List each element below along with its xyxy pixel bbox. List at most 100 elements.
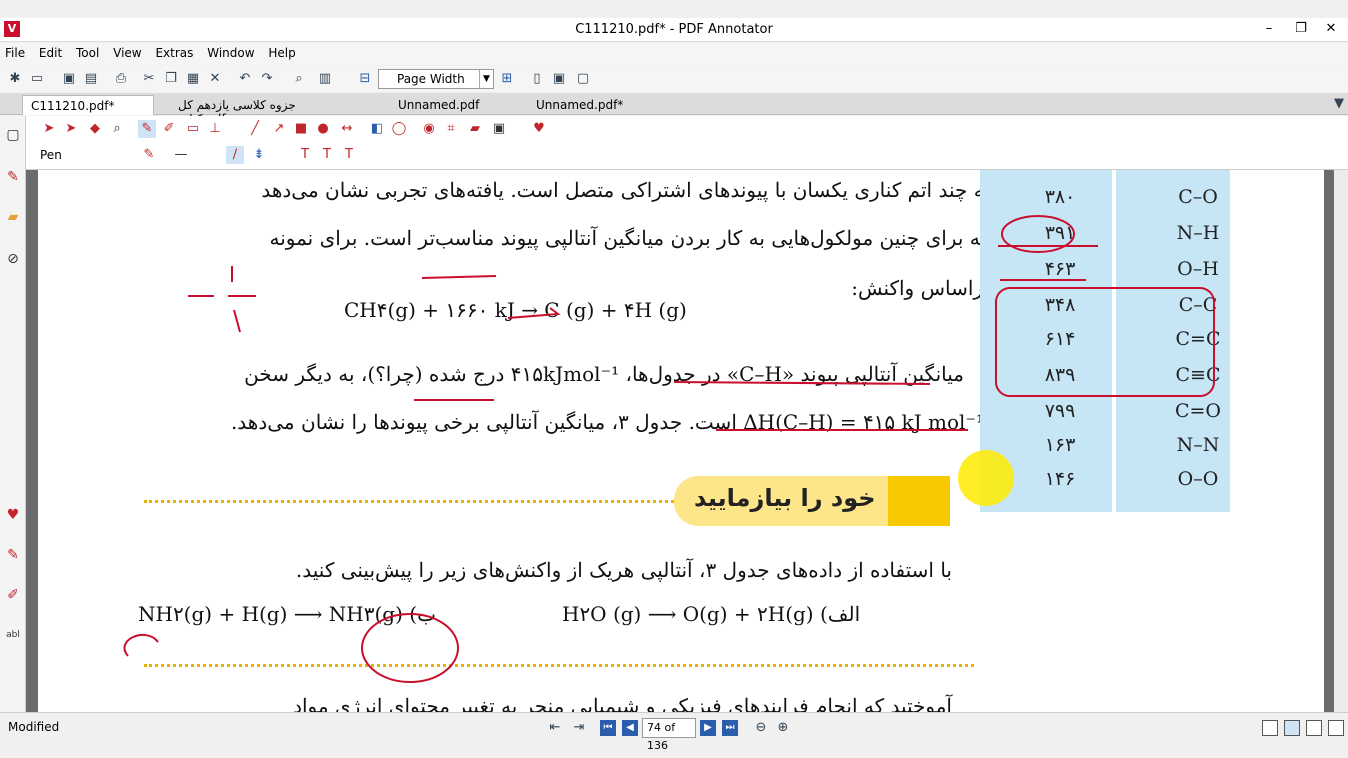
save-as-icon[interactable]: ▤ [82,70,100,88]
redo-icon[interactable]: ↷ [258,70,276,88]
favorite-highlighter-icon[interactable]: ✐ [4,586,22,604]
favorite-pen-icon[interactable]: ✎ [4,546,22,564]
pen-tool-icon[interactable]: ✎ [138,120,156,138]
open-folder-icon[interactable]: ▭ [28,70,46,88]
select-arrow-icon[interactable]: ➤ [40,120,58,138]
undo-icon[interactable]: ↶ [236,70,254,88]
tab-unnamed-2[interactable]: Unnamed.pdf* [528,95,648,115]
next-page-button[interactable]: ▶ [700,720,716,736]
bookmark-icon[interactable]: ◧ [368,120,386,138]
magnifier-icon[interactable]: ⌕ [108,120,126,138]
status-text: Modified [8,720,60,734]
page-number-input[interactable]: 74 of 136 [642,718,696,752]
zoom-value: Page Width [397,72,465,86]
box-carbon-bonds-ink [995,287,1215,397]
maximize-button[interactable]: ❐ [1286,18,1316,40]
paste-icon[interactable]: ▦ [184,70,202,88]
menu-bar: File Edit Tool View Extras Window Help [0,43,1348,65]
arrow-ink [507,307,561,319]
main-toolbar: ✱ ▭ ▣ ▤ ⎙ ✂ ❐ ▦ ✕ ↶ ↷ ⌕ ▥ ⊟ ⊞ ▯ ▣ ▢ [0,66,1348,92]
menu-help[interactable]: Help [263,43,300,63]
structure-ch4-ink [188,266,256,333]
menu-window[interactable]: Window [202,43,259,63]
menu-view[interactable]: View [108,43,146,63]
stamp-icon[interactable]: ⊥ [206,120,224,138]
zoom-select[interactable]: Page Width ▼ [378,69,494,89]
tab-c111210[interactable]: C111210.pdf* [22,95,154,115]
select-box-icon[interactable]: ▢ [4,126,22,144]
copy-icon[interactable]: ❐ [162,70,180,88]
print-icon[interactable]: ⎙ [112,70,130,88]
highlighter-icon[interactable]: ✐ [160,120,178,138]
menu-file[interactable]: File [0,43,30,63]
favorite-textbox-icon[interactable]: abl [4,626,22,644]
rectangle-icon[interactable]: ■ [292,120,310,138]
new-document-icon[interactable]: ✱ [6,70,24,88]
pdf-page[interactable]: به چند اتم کناری یکسان با پیوندهای اشترا… [38,170,1324,712]
measure-icon[interactable]: ↔ [338,120,356,138]
menu-extras[interactable]: Extras [150,43,198,63]
folder-icon[interactable]: ▰ [4,208,22,226]
annotation-toolbar: ➤ ➤ ◆ ⌕ ✎ ✐ ▭ ⊥ ╱ ↗ ■ ● ↔ ◧ ◯ ◉ ⌗ ▰ ▣ ♥ … [0,116,1348,170]
text-squiggly-icon[interactable]: T [318,146,336,164]
view-facing-continuous-icon[interactable] [1328,720,1344,736]
cut-icon[interactable]: ✂ [140,70,158,88]
pen-color-icon[interactable]: ✎ [140,146,158,164]
tab-jozveh[interactable]: جزوه کلاسی یازدهم کل کتاب.pdf [170,95,350,126]
menu-edit[interactable]: Edit [34,43,67,63]
smooth-stroke-icon[interactable]: ∕ [226,146,244,164]
back-icon[interactable]: ⇤ [546,719,564,737]
chevron-down-icon[interactable]: ▼ [479,70,493,88]
prev-page-button[interactable]: ◀ [622,720,638,736]
insert-image-icon[interactable]: ▣ [490,120,508,138]
history-forward-icon[interactable]: ⊕ [774,719,792,737]
left-sidebar: ▢ ✎ ▰ ⊘ ♥ ✎ ✐ abl [0,116,26,712]
crop-icon[interactable]: ⌗ [442,120,460,138]
history-back-icon[interactable]: ⊖ [752,719,770,737]
text-strikeout-icon[interactable]: T [340,146,358,164]
text-box-icon[interactable]: ▭ [184,120,202,138]
view-facing-icon[interactable] [1306,720,1322,736]
close-button[interactable]: ✕ [1316,18,1346,40]
thumbnail-icon[interactable]: ▥ [316,70,334,88]
zoom-out-icon[interactable]: ⊟ [356,70,374,88]
pen-side-icon[interactable]: ✎ [4,168,22,186]
title-bar: V C111210.pdf* - PDF Annotator – ❐ ✕ [0,18,1348,42]
tab-unnamed-1[interactable]: Unnamed.pdf [390,95,500,115]
pressure-icon[interactable]: ⇟ [250,146,268,164]
ellipse-icon[interactable]: ● [314,120,332,138]
favorites-heart-icon[interactable]: ♥ [530,120,548,138]
view-single-icon[interactable] [1262,720,1278,736]
bracket-ink [123,633,159,657]
minimize-button[interactable]: – [1254,18,1284,40]
line-style-icon[interactable]: — [172,146,190,164]
single-page-icon[interactable]: ▯ [528,70,546,88]
fullscreen-icon[interactable]: ▢ [574,70,592,88]
last-page-button[interactable]: ⏭ [722,720,738,736]
line-icon[interactable]: ╱ [246,120,264,138]
ink-annotations [123,215,1215,683]
eraser-icon[interactable]: ◆ [86,120,104,138]
tabs-dropdown-icon[interactable]: ▼ [1330,95,1348,113]
menu-tool[interactable]: Tool [71,43,104,63]
save-icon[interactable]: ▣ [60,70,78,88]
text-underline-icon[interactable]: T [296,146,314,164]
find-icon[interactable]: ⌕ [290,70,308,88]
select-text-icon[interactable]: ➤ [62,120,80,138]
fit-page-icon[interactable]: ▣ [550,70,568,88]
lasso-icon[interactable]: ◯ [390,120,408,138]
camera-icon[interactable]: ◉ [420,120,438,138]
underline-ink [414,275,968,431]
document-view[interactable]: به چند اتم کناری یکسان با پیوندهای اشترا… [26,170,1334,712]
arrow-icon[interactable]: ↗ [270,120,288,138]
delete-icon[interactable]: ✕ [206,70,224,88]
favorite-heart-icon[interactable]: ♥ [4,506,22,524]
ruler-icon[interactable]: ▰ [466,120,484,138]
first-page-button[interactable]: ⏮ [600,720,616,736]
view-continuous-icon[interactable] [1284,720,1300,736]
vertical-scrollbar[interactable] [1334,170,1348,712]
current-tool-label: Pen [40,148,62,162]
zoom-in-icon[interactable]: ⊞ [498,70,516,88]
forward-icon[interactable]: ⇥ [570,719,588,737]
attachment-icon[interactable]: ⊘ [4,250,22,268]
